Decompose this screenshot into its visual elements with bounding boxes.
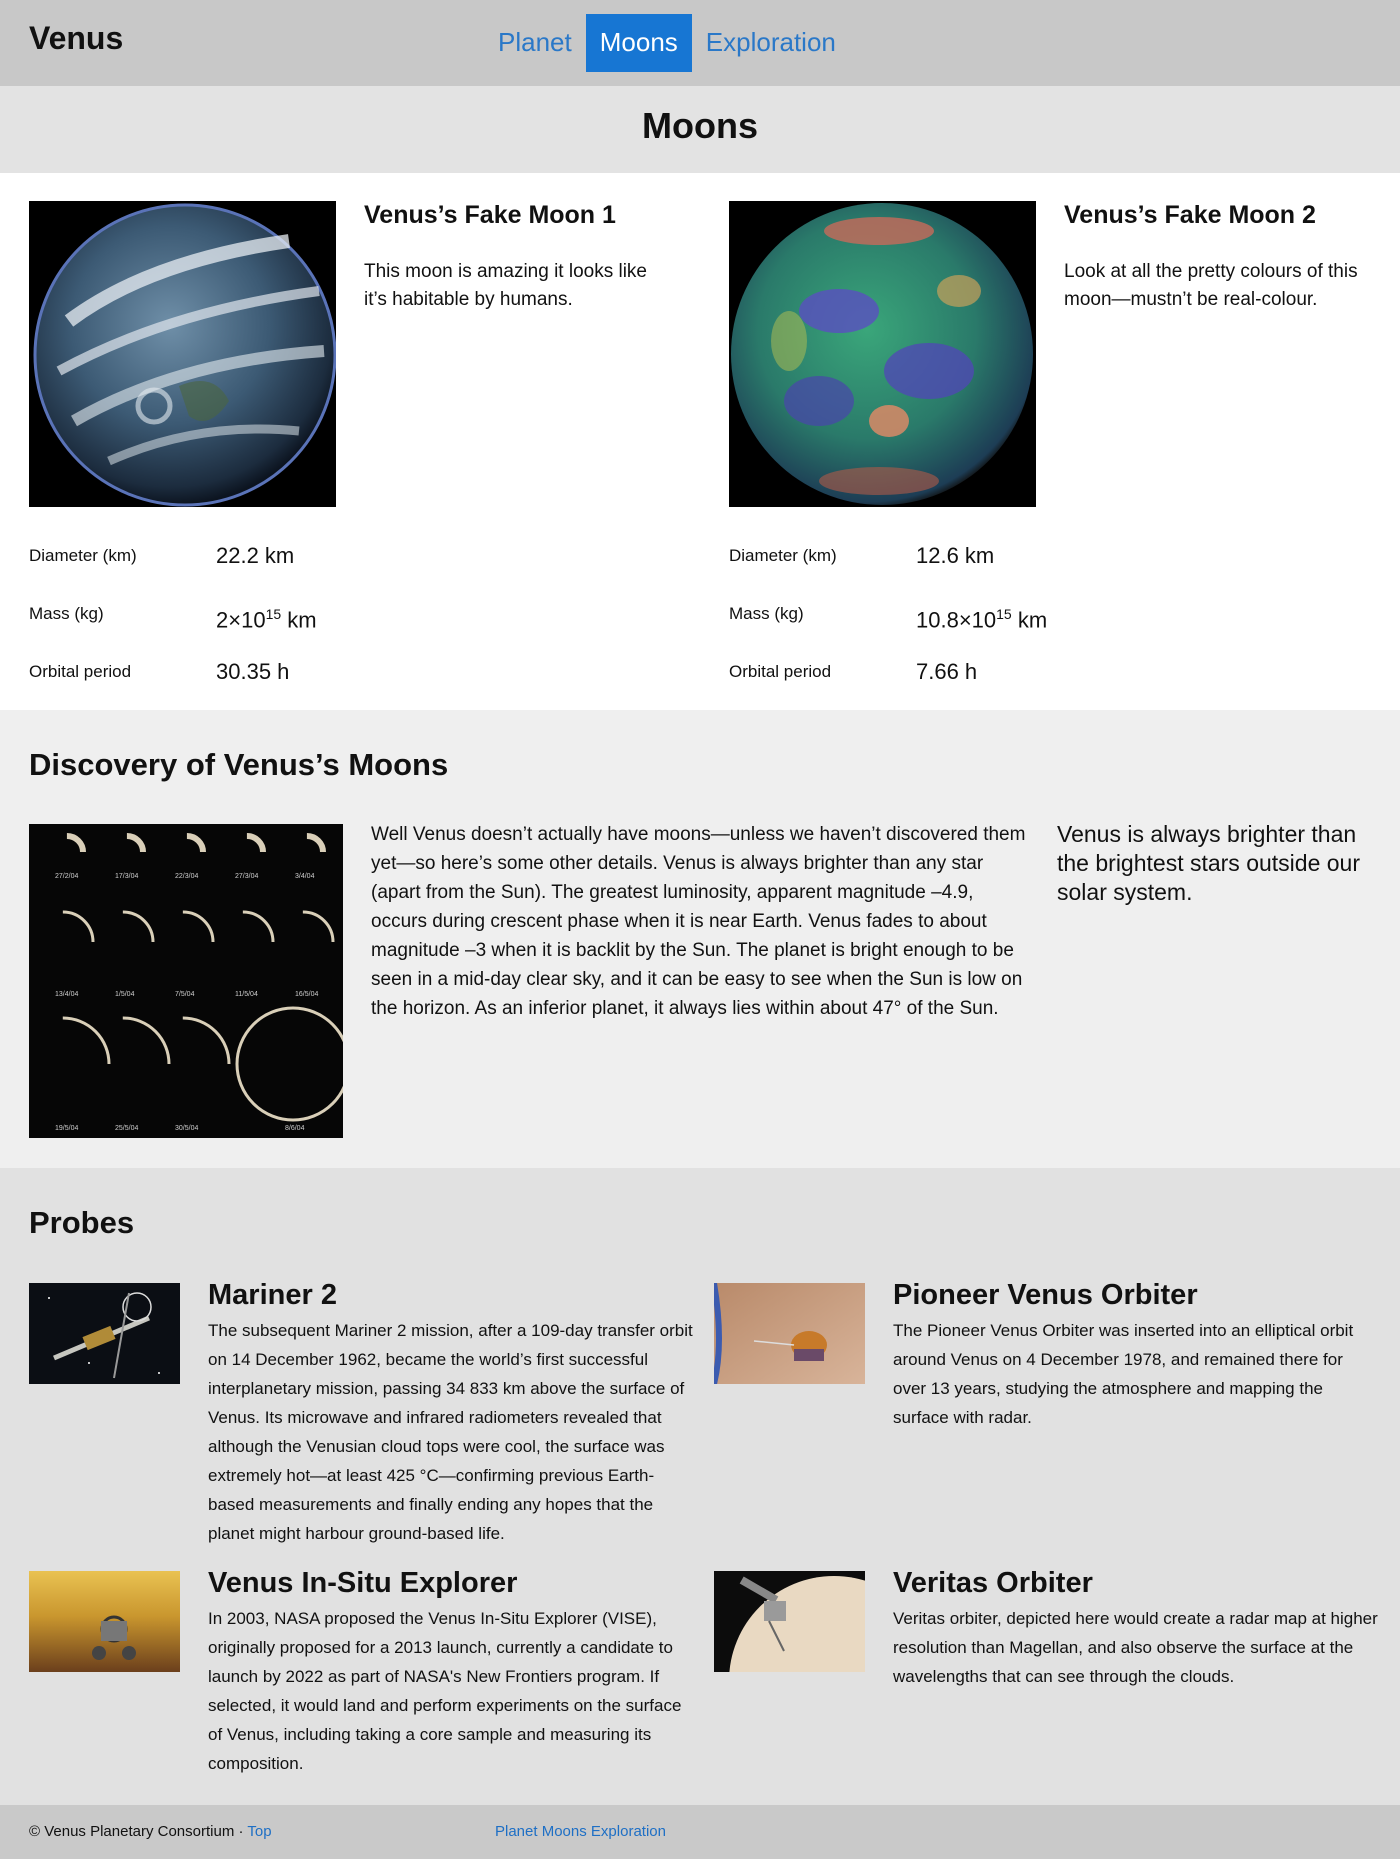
discovery-aside: Venus is always brighter than the bright… — [1057, 821, 1360, 905]
venus-phase — [228, 833, 266, 871]
footer-copyright: © Venus Planetary Consortium · Top — [29, 1823, 272, 1840]
venus-phase — [235, 1006, 343, 1122]
discovery-body: Well Venus doesn’t actually have moons—u… — [371, 824, 1026, 1019]
phase-date-label: 7/5/04 — [175, 991, 195, 998]
probes-heading: Probes — [29, 1205, 135, 1240]
stat-row-diameter: Diameter (km) 22.2 km — [29, 541, 449, 599]
phase-date-label: 30/5/04 — [175, 1125, 198, 1132]
footer-top-link[interactable]: Top — [247, 1823, 271, 1840]
probe-title: Veritas Orbiter — [893, 1567, 1093, 1599]
stat-label: Orbital period — [729, 662, 832, 681]
site-header: Venus Planet Moons Exploration — [0, 0, 1400, 86]
venus-phase — [288, 833, 326, 871]
footer-link-planet[interactable]: Planet — [495, 1823, 538, 1840]
moon-1-image — [29, 201, 336, 507]
moon-card-1: Venus’s Fake Moon 1 This moon is amazing… — [29, 201, 647, 701]
probe-title: Mariner 2 — [208, 1279, 337, 1311]
venus-phase — [211, 910, 275, 974]
page-title: Moons — [642, 105, 758, 146]
stat-value: 7.66 h — [916, 659, 978, 684]
footer-link-exploration[interactable]: Exploration — [591, 1823, 666, 1840]
phase-date-label: 19/5/04 — [55, 1125, 78, 1132]
stat-row-period: Orbital period 30.35 h — [29, 657, 449, 715]
phase-date-label: 27/2/04 — [55, 873, 78, 880]
stat-label: Diameter (km) — [729, 546, 837, 565]
venus-phase — [271, 910, 335, 974]
moon-2-name: Venus’s Fake Moon 2 — [1064, 201, 1316, 229]
discovery-section: Discovery of Venus’s Moons 27/2/04 17/3/0… — [0, 710, 1400, 1168]
phase-date-label: 16/5/04 — [295, 991, 318, 998]
nav-moons[interactable]: Moons — [585, 14, 692, 72]
probe-title: Pioneer Venus Orbiter — [893, 1279, 1198, 1311]
phase-date-label: 17/3/04 — [115, 873, 138, 880]
venus-phase — [48, 833, 86, 871]
main-nav: Planet Moons Exploration — [484, 14, 850, 72]
moon-card-2: Venus’s Fake Moon 2 Look at all the pret… — [729, 201, 1358, 701]
probe-title: Venus In-Situ Explorer — [208, 1567, 518, 1599]
probe-text: Veritas orbiter, depicted here would cre… — [893, 1609, 1378, 1686]
venus-phase — [108, 833, 146, 871]
phase-date-label: 3/4/04 — [295, 873, 315, 880]
site-brand[interactable]: Venus — [29, 20, 123, 57]
nav-exploration[interactable]: Exploration — [692, 14, 850, 72]
stat-row-mass: Mass (kg) 10.8×1015 km — [729, 599, 1149, 657]
moons-section: Venus’s Fake Moon 1 This moon is amazing… — [0, 173, 1400, 710]
stat-label: Mass (kg) — [29, 604, 104, 623]
probe-text: The Pioneer Venus Orbiter was inserted i… — [893, 1321, 1354, 1427]
probe-text: In 2003, NASA proposed the Venus In-Situ… — [208, 1609, 682, 1773]
discovery-heading: Discovery of Venus’s Moons — [29, 747, 449, 782]
venus-phase — [75, 1016, 171, 1112]
probes-section: Probes Mariner 2 The subsequent Mariner … — [0, 1168, 1400, 1805]
venus-phase — [151, 910, 215, 974]
moon-1-stats: Diameter (km) 22.2 km Mass (kg) 2×1015 k… — [29, 541, 449, 715]
stat-label: Mass (kg) — [729, 604, 804, 623]
stat-value: 12.6 km — [916, 543, 995, 568]
footer-nav: Planet Moons Exploration — [495, 1823, 666, 1840]
probe-mariner-2-image — [29, 1283, 180, 1384]
page-title-bar: Moons — [0, 86, 1400, 173]
stat-row-period: Orbital period 7.66 h — [729, 657, 1149, 715]
stat-row-mass: Mass (kg) 2×1015 km — [29, 599, 449, 657]
venus-phases-image: 27/2/04 17/3/04 22/3/04 27/3/04 3/4/04 13/4/0… — [29, 824, 343, 1138]
stat-value: 2×1015 km — [216, 606, 317, 633]
phase-date-label: 11/5/04 — [235, 991, 258, 998]
moon-2-image — [729, 201, 1036, 507]
moon-1-name: Venus’s Fake Moon 1 — [364, 201, 616, 229]
phase-date-label: 27/3/04 — [235, 873, 258, 880]
moon-2-description: Look at all the pretty colours of this m… — [1064, 261, 1358, 310]
venus-phase — [135, 1016, 231, 1112]
probe-vise-image — [29, 1571, 180, 1672]
phase-date-label: 1/5/04 — [115, 991, 135, 998]
moon-1-description: This moon is amazing it looks like it’s … — [364, 261, 647, 310]
site-footer: © Venus Planetary Consortium · Top Plane… — [0, 1805, 1400, 1859]
stat-value: 22.2 km — [216, 543, 295, 568]
probe-text: The subsequent Mariner 2 mission, after … — [208, 1321, 693, 1543]
phase-date-label: 22/3/04 — [175, 873, 198, 880]
stat-value: 30.35 h — [216, 659, 290, 684]
venus-phase — [168, 833, 206, 871]
stat-value: 10.8×1015 km — [916, 606, 1048, 633]
venus-phase — [29, 1016, 111, 1112]
stat-label: Orbital period — [29, 662, 132, 681]
venus-phase — [91, 910, 155, 974]
phase-date-label: 8/6/04 — [285, 1125, 305, 1132]
venus-phase — [31, 910, 95, 974]
probe-pioneer-image — [714, 1283, 865, 1384]
phase-date-label: 13/4/04 — [55, 991, 78, 998]
footer-link-moons[interactable]: Moons — [542, 1823, 587, 1840]
nav-planet[interactable]: Planet — [484, 14, 586, 72]
stat-row-diameter: Diameter (km) 12.6 km — [729, 541, 1149, 599]
stat-label: Diameter (km) — [29, 546, 137, 565]
moon-2-stats: Diameter (km) 12.6 km Mass (kg) 10.8×101… — [729, 541, 1149, 715]
probe-veritas-image — [714, 1571, 865, 1672]
phase-date-label: 25/5/04 — [115, 1125, 138, 1132]
